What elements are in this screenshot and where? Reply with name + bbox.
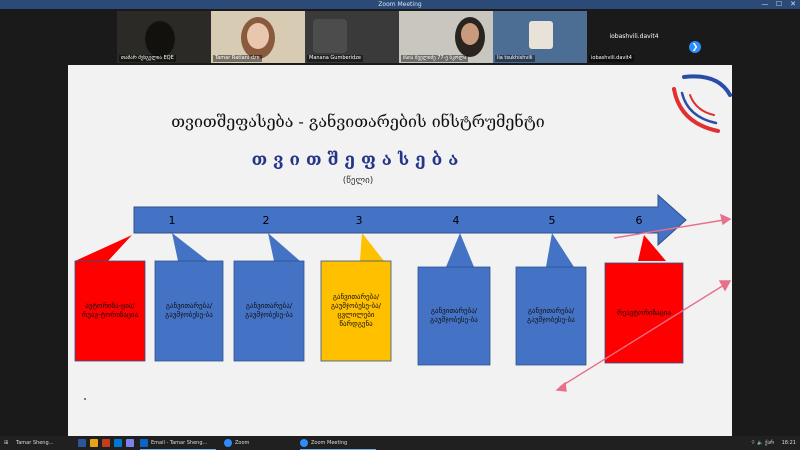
participant-name: lia tsukhishvili bbox=[495, 55, 535, 62]
slide-dot bbox=[84, 398, 86, 400]
clock[interactable]: 18:21 bbox=[782, 440, 796, 446]
window-title: Zoom Meeting bbox=[378, 1, 422, 8]
callout-label: განვითარება/ გაუმჯობესე-ბა/ ცვლილები წარ… bbox=[330, 293, 382, 328]
callout-label: განვითარება/ გაუმჯობესე-ბა bbox=[527, 307, 575, 324]
participant-name: iobashvili.davit4 bbox=[589, 55, 634, 62]
edge-icon[interactable] bbox=[114, 439, 122, 447]
taskbar-item[interactable]: Zoom Meeting bbox=[311, 436, 347, 450]
close-button[interactable]: ✕ bbox=[786, 0, 800, 9]
slide-subtitle: თვითშეფასება bbox=[251, 150, 465, 170]
participant-tile[interactable]: iobashvili.davit4 iobashvili.davit4 bbox=[587, 11, 681, 63]
word-icon[interactable] bbox=[78, 439, 86, 447]
step-number: 2 bbox=[262, 214, 270, 227]
callout-pointer bbox=[446, 233, 474, 267]
shared-screen: თვითშეფასება - განვითარების ინსტრუმენტი … bbox=[0, 65, 800, 436]
step-number: 1 bbox=[168, 214, 176, 227]
next-page-icon[interactable]: ❯ bbox=[689, 41, 701, 53]
participant-name: მაია შველიძე 77-ე სკოლა bbox=[401, 55, 469, 62]
participant-name: Manana Gumberidze bbox=[307, 55, 363, 62]
participant-tile[interactable]: lia tsukhishvili bbox=[493, 11, 587, 63]
callout-label: განვითარება/ გაუმჯობესე-ბა bbox=[245, 302, 293, 319]
callout-label: რეავტორიზაცია bbox=[617, 308, 671, 317]
callout-pointer bbox=[75, 235, 132, 261]
participant-video bbox=[529, 21, 553, 49]
participant-video bbox=[145, 21, 175, 57]
slide-note: (წელი) bbox=[342, 176, 374, 186]
video-gallery: თამარ შენგელია EQE Tamar Ratiani dze Man… bbox=[0, 9, 800, 65]
callout-label: ავტორიზა-ცია/რეავ-ტორიზაცია bbox=[81, 302, 139, 319]
taskbar: ⊞ Tamar Sheng... Email - Tamar Sheng... … bbox=[0, 436, 800, 450]
timeline-arrow bbox=[133, 193, 687, 247]
taskbar-item[interactable]: Email - Tamar Sheng... bbox=[151, 436, 207, 450]
logo-icon bbox=[672, 74, 732, 133]
participant-tile[interactable]: თამარ შენგელია EQE bbox=[117, 11, 211, 63]
presentation-slide: თვითშეფასება - განვითარების ინსტრუმენტი … bbox=[68, 65, 732, 436]
participant-video bbox=[313, 19, 347, 53]
callout-label: განვითარება/ გაუმჯობესე-ბა bbox=[165, 302, 213, 319]
callout-pointer bbox=[172, 233, 208, 261]
email-icon bbox=[140, 439, 148, 447]
minimize-button[interactable]: — bbox=[758, 0, 772, 9]
slide-title: თვითშეფასება - განვითარების ინსტრუმენტი bbox=[171, 112, 545, 131]
participant-tile[interactable]: Tamar Ratiani dze bbox=[211, 11, 305, 63]
zoom-icon bbox=[224, 439, 232, 447]
participant-display-name: iobashvili.davit4 bbox=[609, 33, 659, 40]
taskbar-item[interactable]: Zoom bbox=[235, 436, 249, 450]
taskbar-item-label: Zoom bbox=[235, 440, 250, 446]
taskbar-item-label: Tamar Sheng... bbox=[16, 440, 54, 446]
callout-pointer bbox=[268, 233, 300, 261]
start-button[interactable]: ⊞ bbox=[4, 436, 8, 450]
language-indicator[interactable]: ქარ bbox=[765, 440, 774, 446]
step-number: 6 bbox=[635, 214, 643, 227]
system-tray: ⌔ 🔈 ქარ 18:21 bbox=[751, 436, 796, 450]
callout-pointer bbox=[360, 233, 384, 261]
participant-tile[interactable]: Manana Gumberidze bbox=[305, 11, 399, 63]
step-number: 5 bbox=[548, 214, 556, 227]
step-number: 4 bbox=[452, 214, 460, 227]
taskbar-item[interactable]: Tamar Sheng... bbox=[16, 436, 53, 450]
wifi-icon[interactable]: ⌔ bbox=[751, 440, 756, 446]
callout-pointer bbox=[546, 233, 574, 267]
participant-face bbox=[461, 23, 479, 45]
window-titlebar: Zoom Meeting — ☐ ✕ bbox=[0, 0, 800, 9]
volume-icon[interactable]: 🔈 bbox=[757, 440, 763, 446]
folder-icon[interactable] bbox=[90, 439, 98, 447]
taskbar-item-label: Email - Tamar Sheng... bbox=[151, 440, 208, 446]
taskbar-item-label: Zoom Meeting bbox=[311, 440, 348, 446]
maximize-button[interactable]: ☐ bbox=[772, 0, 786, 9]
step-number: 3 bbox=[355, 214, 363, 227]
participant-tile[interactable]: მაია შველიძე 77-ე სკოლა bbox=[399, 11, 493, 63]
participant-name: თამარ შენგელია EQE bbox=[119, 55, 176, 62]
participant-name: Tamar Ratiani dze bbox=[213, 55, 262, 62]
teams-icon[interactable] bbox=[126, 439, 134, 447]
zoom-meeting-icon bbox=[300, 439, 308, 447]
callout-label: განვითარება/ გაუმჯობესე-ბა bbox=[430, 307, 478, 324]
powerpoint-icon[interactable] bbox=[102, 439, 110, 447]
participant-face bbox=[247, 23, 269, 49]
